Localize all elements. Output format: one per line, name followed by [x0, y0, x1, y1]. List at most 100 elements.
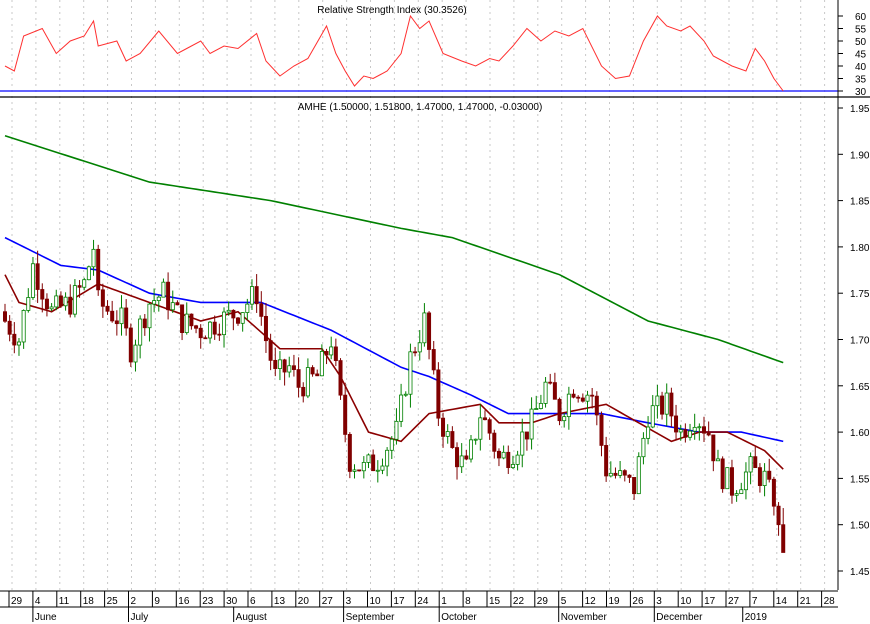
candle-down	[166, 281, 171, 311]
candle-down	[7, 320, 12, 335]
candle-up	[566, 393, 571, 418]
candle-up	[641, 437, 646, 458]
candle-up	[49, 306, 54, 310]
candle-up	[664, 392, 669, 415]
date-tick-label: 6	[250, 596, 256, 607]
rsi-title: Relative Strength Index (30.3526)	[317, 5, 467, 16]
candle-down	[357, 469, 362, 472]
rsi-tick-label: 40	[855, 62, 867, 73]
candle-down	[594, 395, 599, 416]
date-tick-label: 3	[346, 596, 352, 607]
candle-down	[194, 325, 199, 329]
candle-down	[524, 431, 529, 440]
candle-up	[543, 381, 548, 404]
candle-down	[198, 327, 203, 339]
rsi-tick-label: 60	[855, 12, 867, 23]
candle-down	[431, 349, 436, 371]
candle-down	[506, 451, 511, 468]
candle-up	[133, 344, 138, 363]
candle-up	[403, 393, 408, 396]
candle-up	[352, 469, 357, 472]
candle-up	[697, 426, 702, 429]
candle-up	[562, 416, 567, 422]
candle-down	[235, 317, 240, 324]
candle-down	[767, 470, 772, 480]
price-tick-label: 1.65	[850, 382, 870, 393]
candle-down	[627, 474, 632, 478]
rsi-panel: Relative Strength Index (30.3526) 60 5550…	[0, 5, 867, 98]
candle-down	[613, 472, 618, 476]
candle-down	[455, 447, 460, 468]
candle-up	[86, 266, 91, 281]
candle-up	[72, 285, 77, 315]
candle-down	[40, 289, 45, 300]
price-tick-label: 1.60	[850, 428, 870, 439]
candle-down	[12, 333, 17, 346]
candle-down	[720, 458, 725, 490]
candle-up	[380, 465, 385, 471]
candle-down	[604, 445, 609, 477]
date-tick-label: 21	[800, 596, 812, 607]
candle-down	[776, 505, 781, 526]
candle-down	[343, 394, 348, 435]
rsi-tick-label: 45	[855, 50, 867, 61]
candle-up	[678, 429, 683, 433]
date-tick-label: 8	[465, 596, 471, 607]
date-tick-label: 3	[656, 596, 662, 607]
candle-down	[729, 467, 734, 496]
candle-up	[30, 263, 35, 298]
candle-down	[552, 382, 557, 400]
candle-up	[459, 455, 464, 468]
candle-down	[669, 392, 674, 417]
candle-down	[291, 365, 296, 370]
candle-down	[217, 333, 222, 336]
date-tick-label: 4	[35, 596, 41, 607]
candle-up	[138, 318, 143, 346]
candle-down	[315, 373, 320, 377]
date-tick-label: 13	[274, 596, 286, 607]
candle-up	[618, 470, 623, 476]
date-tick-label: 14	[776, 596, 788, 607]
candle-down	[142, 318, 147, 329]
candle-up	[277, 359, 282, 369]
candle-down	[35, 263, 40, 290]
candle-down	[282, 359, 287, 373]
candle-up	[82, 279, 87, 288]
date-tick-label: 12	[585, 596, 597, 607]
candle-down	[128, 327, 133, 363]
candle-up	[329, 346, 334, 356]
date-tick-label: 29	[11, 596, 23, 607]
candle-down	[96, 248, 101, 291]
candle-up	[240, 312, 245, 324]
candle-up	[16, 341, 21, 346]
candle-down	[482, 417, 487, 421]
date-tick-label: 5	[561, 596, 567, 607]
candle-down	[124, 307, 129, 329]
candle-up	[305, 367, 310, 397]
candle-up	[445, 431, 450, 437]
candle-down	[110, 310, 115, 322]
candle-up	[743, 471, 748, 491]
candle-up	[245, 303, 250, 313]
price-tick-label: 1.80	[850, 243, 870, 254]
candle-down	[338, 360, 343, 396]
stock-chart: Relative Strength Index (30.3526) 60 5550…	[0, 0, 870, 623]
candle-down	[189, 313, 194, 327]
candle-down	[203, 337, 208, 340]
candle-down	[753, 456, 758, 469]
candle-down	[273, 359, 278, 369]
date-tick-label: 2	[131, 596, 137, 607]
price-tick-label: 1.75	[850, 289, 870, 300]
price-tick-label: 1.45	[850, 567, 870, 578]
month-label: September	[346, 612, 396, 623]
candle-down	[576, 396, 581, 399]
month-label: June	[35, 612, 57, 623]
price-tick-label: 1.50	[850, 521, 870, 532]
candle-up	[646, 426, 651, 439]
candle-up	[319, 351, 324, 377]
date-tick-label: 10	[680, 596, 692, 607]
candle-down	[333, 346, 338, 361]
date-tick-label: 17	[704, 596, 716, 607]
rsi-tick-label: 35	[855, 75, 867, 86]
candle-up	[422, 312, 427, 344]
